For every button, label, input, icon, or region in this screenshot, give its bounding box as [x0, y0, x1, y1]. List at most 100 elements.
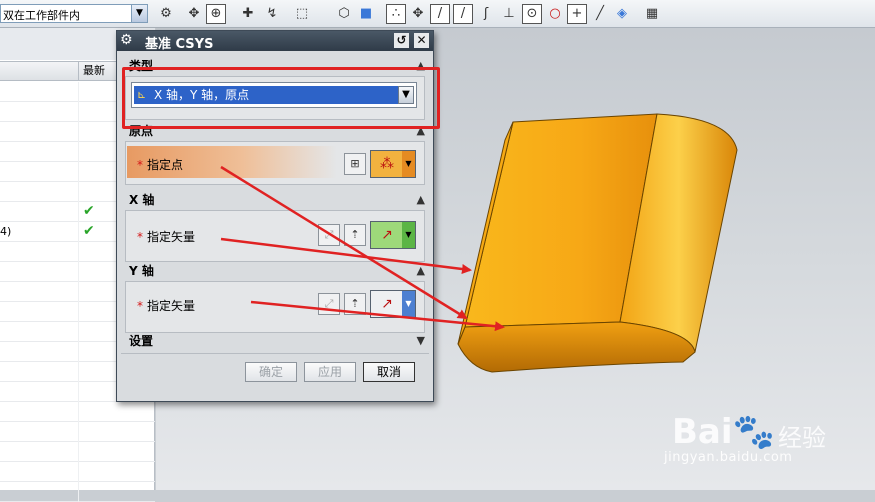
- specify-point-text: 指定点: [147, 158, 184, 172]
- required-mark: *: [137, 230, 143, 244]
- table-row[interactable]: [0, 462, 155, 482]
- selection-filter-value: 双在工作部件内: [3, 9, 80, 22]
- chevron-down-icon[interactable]: ▼: [402, 291, 415, 317]
- y-vector-inference-button[interactable]: ↗ ▼: [370, 290, 416, 318]
- point-inference-button[interactable]: ⁂ ▼: [370, 150, 416, 178]
- selection-filter-dropdown[interactable]: 双在工作部件内 ▼: [0, 4, 148, 23]
- column-separator: [78, 282, 79, 302]
- baidu-jingyan-watermark: Bai🐾 经验 jingyan.baidu.com: [660, 400, 870, 480]
- chevron-down-icon[interactable]: ▼: [402, 222, 415, 248]
- cancel-button[interactable]: 取消: [363, 362, 415, 382]
- point-dialog-icon[interactable]: ⊞: [344, 153, 366, 175]
- column-separator: [78, 422, 79, 442]
- table-row[interactable]: [0, 402, 155, 422]
- required-mark: *: [137, 299, 143, 313]
- column-separator: [78, 182, 79, 202]
- ok-button[interactable]: 确定: [245, 362, 297, 382]
- select-tool-icon[interactable]: ✥: [184, 4, 204, 24]
- check-icon: ✔: [83, 223, 95, 239]
- snap-point-icon[interactable]: +: [567, 4, 587, 24]
- grid-icon[interactable]: ▦: [642, 4, 662, 24]
- column-separator: [78, 142, 79, 162]
- column-separator: [78, 122, 79, 142]
- watermark-url: jingyan.baidu.com: [664, 450, 793, 465]
- snap-line2-icon[interactable]: /: [453, 4, 473, 24]
- latest-column-header[interactable]: 最新: [78, 62, 105, 80]
- reset-button[interactable]: ↺: [394, 33, 409, 48]
- apply-button[interactable]: 应用: [304, 362, 356, 382]
- specify-y-vector-text: 指定矢量: [147, 299, 196, 313]
- shape-select-icon[interactable]: ⬡: [334, 4, 354, 24]
- inferred-point-icon[interactable]: ⁂: [371, 151, 403, 177]
- rectangle-select-icon[interactable]: ⬚: [292, 4, 312, 24]
- vector-dialog-icon[interactable]: ⇡: [344, 224, 366, 246]
- reverse-direction-icon[interactable]: ⤢: [318, 293, 340, 315]
- settings-group-header[interactable]: 设置 ▼: [121, 332, 429, 350]
- close-button[interactable]: ✕: [414, 33, 429, 48]
- column-separator: [78, 222, 79, 242]
- expand-down-icon[interactable]: ▼: [417, 332, 425, 350]
- specify-y-vector-label[interactable]: * 指定矢量: [137, 297, 195, 314]
- snap-curve-icon[interactable]: ʃ: [476, 4, 496, 24]
- column-separator: [78, 442, 79, 462]
- column-separator: [78, 362, 79, 382]
- specify-x-vector-text: 指定矢量: [147, 230, 196, 244]
- specify-point-label[interactable]: * 指定点: [137, 156, 183, 173]
- feature-name: 4): [0, 225, 12, 238]
- column-separator: [78, 382, 79, 402]
- watermark-brand: Bai🐾: [672, 412, 775, 452]
- column-separator: [78, 102, 79, 122]
- snap-center-icon[interactable]: ⊙: [522, 4, 542, 24]
- table-row[interactable]: [0, 422, 155, 442]
- column-separator: [78, 262, 79, 282]
- chevron-down-icon[interactable]: ▼: [131, 5, 147, 22]
- chevron-down-icon[interactable]: ▼: [402, 151, 415, 177]
- snap-pen-icon[interactable]: ╱: [590, 4, 610, 24]
- column-separator: [78, 162, 79, 182]
- specify-x-vector-label[interactable]: * 指定矢量: [137, 228, 195, 245]
- column-separator: [78, 242, 79, 262]
- snap-line-icon[interactable]: /: [430, 4, 450, 24]
- x-vector-inference-button[interactable]: ↗ ▼: [370, 221, 416, 249]
- required-mark: *: [137, 158, 143, 172]
- table-row[interactable]: [0, 442, 155, 462]
- vector-dialog-icon[interactable]: ⇡: [344, 293, 366, 315]
- filter-tool-icon[interactable]: ⚙: [156, 4, 176, 24]
- snap-circle-icon[interactable]: ○: [545, 4, 565, 24]
- snap-intersect-icon[interactable]: ⊥: [499, 4, 519, 24]
- column-separator: [78, 82, 79, 102]
- dialog-title: 基准 CSYS: [145, 37, 214, 52]
- dialog-divider: [121, 353, 429, 354]
- snap-mid-icon[interactable]: ✥: [408, 4, 428, 24]
- collapse-up-icon[interactable]: ▲: [417, 191, 425, 209]
- x-axis-group-header[interactable]: X 轴 ▲: [121, 191, 429, 209]
- inferred-vector-icon[interactable]: ↗: [371, 291, 403, 317]
- check-icon: ✔: [83, 203, 95, 219]
- watermark-brand-cn: 经验: [778, 424, 826, 452]
- settings-group-label: 设置: [129, 334, 154, 348]
- reverse-direction-icon[interactable]: ⤢: [318, 224, 340, 246]
- y-axis-group-label: Y 轴: [129, 264, 154, 278]
- column-separator: [78, 482, 79, 502]
- inferred-vector-icon[interactable]: ↗: [371, 222, 403, 248]
- type-highlight-box: [122, 67, 440, 129]
- selection-mode-icon[interactable]: ⊕: [206, 4, 226, 24]
- solid-select-icon[interactable]: ■: [356, 4, 376, 24]
- table-row[interactable]: [0, 482, 155, 502]
- transform-tool-icon[interactable]: ✚: [238, 4, 258, 24]
- column-separator: [78, 342, 79, 362]
- collapse-up-icon[interactable]: ▲: [417, 262, 425, 280]
- gear-icon[interactable]: ⚙: [120, 32, 133, 48]
- dialog-titlebar[interactable]: ⚙ 基准 CSYS ↺ ✕: [117, 31, 433, 52]
- column-separator: [78, 402, 79, 422]
- main-toolbar: 双在工作部件内 ▼ ⚙ ✥ ⊕ ✚ ↯ ⬚ ⬡ ■ ∴ ✥ / / ʃ ⊥ ⊙ …: [0, 0, 875, 28]
- snap-face-icon[interactable]: ◈: [612, 4, 632, 24]
- snap-tool-icon[interactable]: ↯: [262, 4, 282, 24]
- y-axis-group-header[interactable]: Y 轴 ▲: [121, 262, 429, 280]
- column-separator: [78, 202, 79, 222]
- watermark-brand-text: Bai: [672, 412, 733, 452]
- column-separator: [78, 322, 79, 342]
- snap-end-icon[interactable]: ∴: [386, 4, 406, 24]
- column-separator: [78, 462, 79, 482]
- x-axis-group-label: X 轴: [129, 193, 155, 207]
